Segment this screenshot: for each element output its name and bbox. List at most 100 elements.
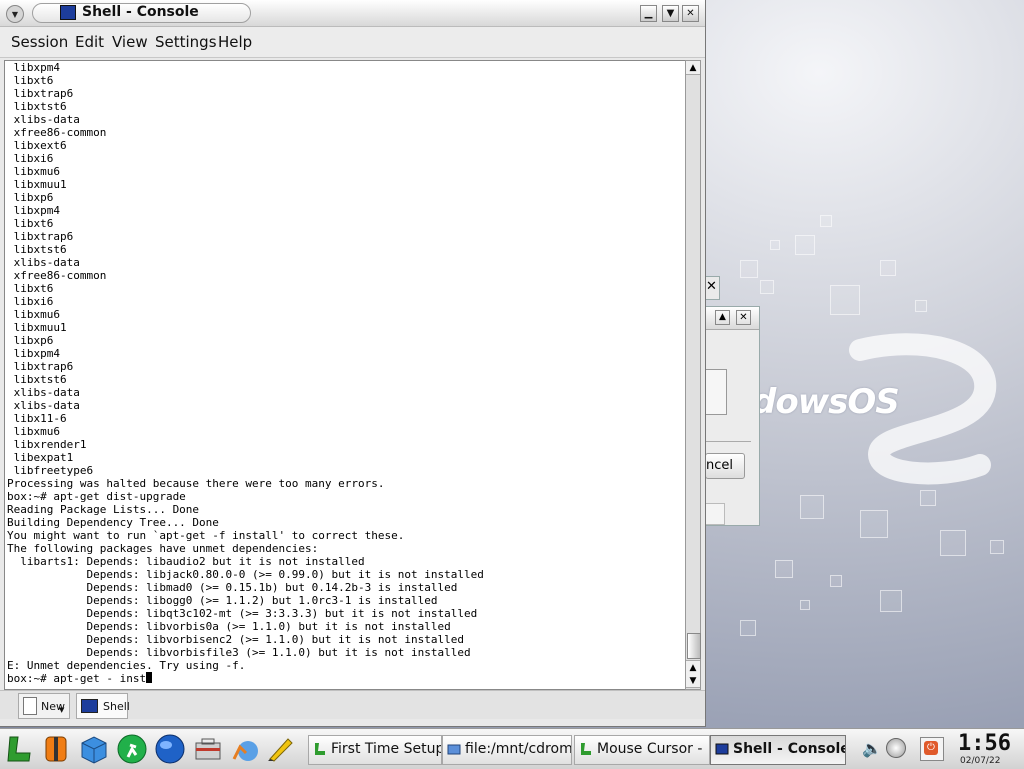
window-titlebar[interactable]: ▼ Shell - Console ▁ ▼ ✕	[0, 0, 705, 27]
close-icon: ✕	[686, 8, 695, 19]
terminal-line: Depends: libqt3c102-mt (>= 3:3.3.3) but …	[7, 607, 478, 620]
maximize-button[interactable]: ▼	[662, 5, 679, 22]
terminal-line: Depends: libjack0.80.0-0 (>= 0.99.0) but…	[7, 568, 484, 581]
launcher-network[interactable]	[228, 733, 260, 765]
start-menu-button[interactable]	[4, 733, 36, 765]
klipper-icon[interactable]	[886, 738, 906, 758]
new-session-tab[interactable]: New ▼	[18, 693, 70, 719]
menu-edit[interactable]: Edit	[75, 33, 104, 51]
menu-view[interactable]: View	[112, 33, 148, 51]
cancel-button[interactable]: ncel	[705, 453, 745, 479]
pencil-icon	[268, 738, 293, 762]
launcher-lifevest[interactable]	[40, 733, 72, 765]
menu-help[interactable]: Help	[218, 33, 252, 51]
session-tab-bar: New ▼ Shell	[0, 690, 705, 719]
clock[interactable]: 1:56 02/07/22	[954, 731, 1012, 767]
taskbar: First Time Setup file:/mnt/cdrom1 Mouse …	[0, 728, 1024, 769]
terminal-line: xlibs-data	[7, 386, 80, 399]
launcher-tools[interactable]	[192, 733, 224, 765]
terminal-line: libxtrap6	[7, 230, 74, 243]
clock-time: 1:56	[958, 731, 1011, 756]
terminal-output[interactable]: libxpm4 libxt6 libxtrap6 libxtst6 xlibs-…	[4, 60, 686, 690]
launcher-editor[interactable]	[264, 733, 296, 765]
scroll-up-button[interactable]: ▲	[686, 61, 700, 75]
terminal-line: libx11-6	[7, 412, 67, 425]
close-icon: ✕	[706, 279, 717, 294]
terminal-line: Depends: libvorbisfile3 (>= 1.1.0) but i…	[7, 646, 471, 659]
decor-square	[820, 215, 832, 227]
decor-square	[740, 260, 758, 278]
task-first-time-setup[interactable]: First Time Setup	[308, 735, 442, 765]
decor-square	[740, 620, 756, 636]
speaker-icon[interactable]: 🔈	[862, 739, 882, 758]
close-icon[interactable]: ✕	[736, 310, 751, 325]
terminal-line: libarts1: Depends: libaudio2 but it is n…	[7, 555, 365, 568]
power-button[interactable]: ⏻	[920, 737, 944, 761]
decor-square	[800, 600, 810, 610]
terminal-line: libxt6	[7, 217, 54, 230]
terminal-line: libxpm4	[7, 61, 60, 74]
terminal-line: libxi6	[7, 295, 54, 308]
scroll-thumb[interactable]	[687, 633, 701, 659]
menu-session[interactable]: Session	[11, 33, 68, 51]
new-session-icon	[23, 697, 37, 715]
terminal-line: Building Dependency Tree... Done	[7, 516, 219, 529]
terminal-line: You might want to run `apt-get -f instal…	[7, 529, 405, 542]
maximize-icon[interactable]: ▲	[715, 310, 730, 325]
task-label: Mouse Cursor -	[597, 741, 703, 757]
terminal-line: xlibs-data	[7, 399, 80, 412]
console-window: ▼ Shell - Console ▁ ▼ ✕ Session Edit Vie…	[0, 0, 706, 727]
decor-square	[770, 240, 780, 250]
terminal-line: Processing was halted because there were…	[7, 477, 385, 490]
terminal-line: xlibs-data	[7, 113, 80, 126]
terminal-icon	[60, 5, 76, 20]
scroll-down-button[interactable]: ▼	[686, 674, 700, 688]
terminal-line: libxmuu1	[7, 321, 67, 334]
task-shell-console[interactable]: Shell - Console	[710, 735, 846, 765]
terminal-line: libxt6	[7, 282, 54, 295]
chevron-down-icon: ▼	[59, 706, 65, 714]
window-menu-button[interactable]: ▼	[6, 5, 24, 23]
terminal-line: libxpm4	[7, 347, 60, 360]
close-button[interactable]: ✕	[682, 5, 699, 22]
terminal-line: xfree86-common	[7, 269, 107, 282]
task-file-manager[interactable]: file:/mnt/cdrom1	[442, 735, 572, 765]
terminal-line: libxp6	[7, 191, 54, 204]
wizard-icon	[315, 743, 325, 755]
decor-square	[830, 575, 842, 587]
decor-square	[830, 285, 860, 315]
terminal-icon	[715, 743, 729, 755]
terminal-line: Depends: libvorbisenc2 (>= 1.1.0) but it…	[7, 633, 464, 646]
text-cursor	[146, 672, 153, 683]
terminal-line: libfreetype6	[7, 464, 94, 477]
launcher-runner[interactable]	[116, 733, 148, 765]
package-box-icon	[81, 736, 107, 764]
vertical-scrollbar[interactable]: ▲ ▲ ▼	[685, 60, 701, 690]
menu-settings[interactable]: Settings	[155, 33, 217, 51]
terminal-line: libxtst6	[7, 373, 67, 386]
system-tray: 🔈	[858, 735, 908, 763]
launcher-browser[interactable]	[154, 733, 186, 765]
start-icon	[7, 736, 31, 762]
decor-square	[940, 530, 966, 556]
arrow-up-icon: ▲	[689, 62, 697, 73]
decor-square	[800, 495, 824, 519]
terminal-line: libxtrap6	[7, 360, 74, 373]
terminal-line: libxp6	[7, 334, 54, 347]
minimize-button[interactable]: ▁	[640, 5, 657, 22]
terminal-text: libxpm4 libxt6 libxtrap6 libxtst6 xlibs-…	[5, 61, 685, 685]
decor-square	[880, 590, 902, 612]
terminal-line: libxmu6	[7, 308, 60, 321]
decor-square	[795, 235, 815, 255]
terminal-line: libxi6	[7, 152, 54, 165]
terminal-line: libxt6	[7, 74, 54, 87]
terminal-line: xfree86-common	[7, 126, 107, 139]
task-mouse-cursor[interactable]: Mouse Cursor -	[574, 735, 710, 765]
shell-session-tab[interactable]: Shell	[76, 693, 130, 719]
scroll-up-button-lower[interactable]: ▲	[686, 660, 700, 675]
terminal-line: libxrender1	[7, 438, 87, 451]
decor-square	[920, 490, 936, 506]
cancel-button-label: ncel	[706, 458, 733, 473]
launcher-package[interactable]	[78, 733, 110, 765]
decor-square	[860, 510, 888, 538]
